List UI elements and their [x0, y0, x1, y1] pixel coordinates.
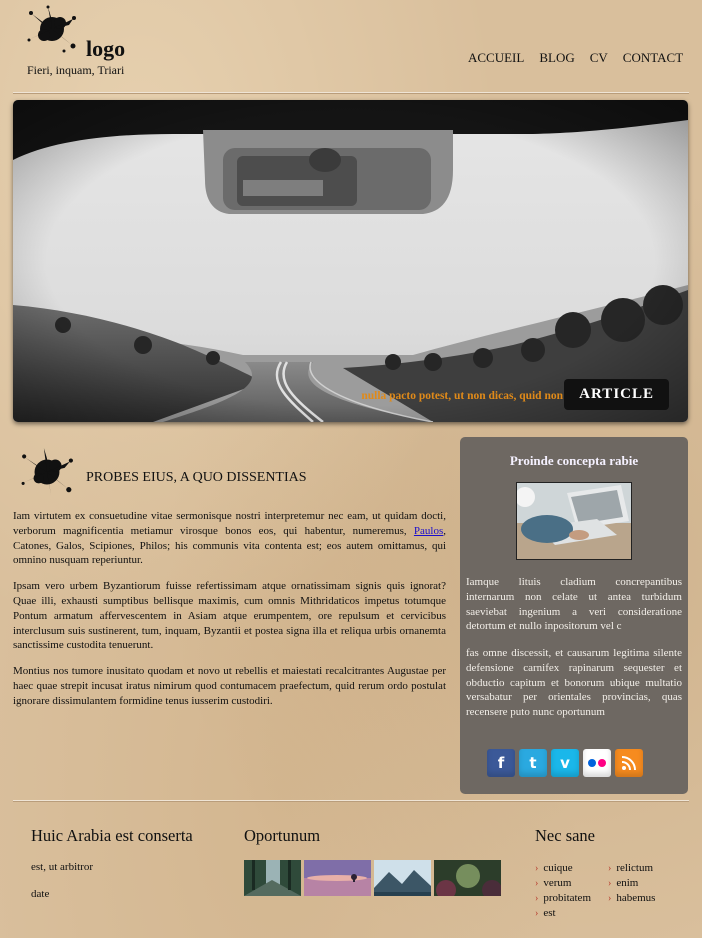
gallery-thumb-mountains[interactable]: [374, 860, 431, 896]
footer-col1-text: date: [31, 888, 50, 900]
twitter-icon[interactable]: t: [519, 749, 547, 777]
paulos-link[interactable]: Paulos: [414, 525, 443, 537]
footer-link[interactable]: probitatem: [535, 891, 591, 906]
vimeo-icon[interactable]: v: [551, 749, 579, 777]
nav-item-cv[interactable]: CV: [590, 50, 608, 66]
rss-icon[interactable]: [615, 749, 643, 777]
article-paragraph: Ipsam vero urbem Byzantiorum fuisse refe…: [13, 580, 446, 652]
sidebar-title: Proinde concepta rabie: [509, 453, 639, 468]
footer-link[interactable]: est: [535, 906, 591, 921]
footer-link[interactable]: verum: [535, 876, 591, 891]
footer-link[interactable]: relictum: [608, 861, 655, 876]
tagline: Fieri, inquam, Triari: [27, 63, 125, 77]
sidebar-paragraph: fas omne discessit, et causarum legitima…: [466, 647, 682, 719]
footer-divider: [13, 800, 689, 801]
footer-link[interactable]: habemus: [608, 891, 655, 906]
nav-item-blog[interactable]: BLOG: [539, 50, 574, 66]
hero-caption: nulla pacto potest, ut non dicas, quid n…: [361, 390, 563, 402]
sidebar-panel: Proinde concepta rabie Iamque lituis cla…: [460, 437, 688, 794]
gallery-thumb-sunset[interactable]: [304, 860, 371, 896]
footer-link[interactable]: cuique: [535, 861, 591, 876]
footer-col1-text: est, ut arbitror: [31, 861, 94, 873]
section-splat-icon: [21, 448, 73, 496]
footer-link[interactable]: enim: [608, 876, 655, 891]
footer-link-list: cuique verum probitatem est: [535, 861, 591, 921]
hero-image: [13, 100, 688, 422]
gallery-thumb-trees[interactable]: [434, 860, 501, 896]
article-body: Iam virtutem ex consuetudine vitae sermo…: [13, 509, 446, 720]
sidebar-paragraph: Iamque lituis cladium concrepantibus int…: [466, 576, 682, 633]
header-divider: [13, 92, 689, 93]
gallery-thumb-forest[interactable]: [244, 860, 301, 896]
nav-item-accueil[interactable]: ACCUEIL: [468, 50, 524, 66]
sidebar-laptop-image: [516, 482, 632, 560]
facebook-icon[interactable]: f: [487, 749, 515, 777]
social-links: f t v: [487, 749, 643, 777]
footer-link-list: relictum enim habemus: [608, 861, 655, 906]
footer-col3-title: Nec sane: [535, 826, 596, 845]
main-nav: ACCUEIL BLOG CV CONTACT: [468, 50, 683, 66]
logo-splat-icon: [27, 5, 76, 53]
hero-banner: nulla pacto potest, ut non dicas, quid n…: [13, 100, 688, 422]
article-button[interactable]: ARTICLE: [564, 379, 669, 410]
footer-col2-title: Oportunum: [244, 826, 321, 845]
footer-gallery: [244, 860, 501, 896]
logo-text[interactable]: logo: [86, 36, 125, 62]
article-paragraph: Iam virtutem ex consuetudine vitae sermo…: [13, 510, 446, 567]
footer-col1-title: Huic Arabia est conserta: [31, 826, 193, 845]
section-title: PROBES EIUS, A QUO DISSENTIAS: [86, 470, 307, 485]
article-paragraph: Montius nos tumore inusitato quodam et n…: [13, 665, 446, 707]
flickr-icon[interactable]: [583, 749, 611, 777]
nav-item-contact[interactable]: CONTACT: [623, 50, 683, 66]
